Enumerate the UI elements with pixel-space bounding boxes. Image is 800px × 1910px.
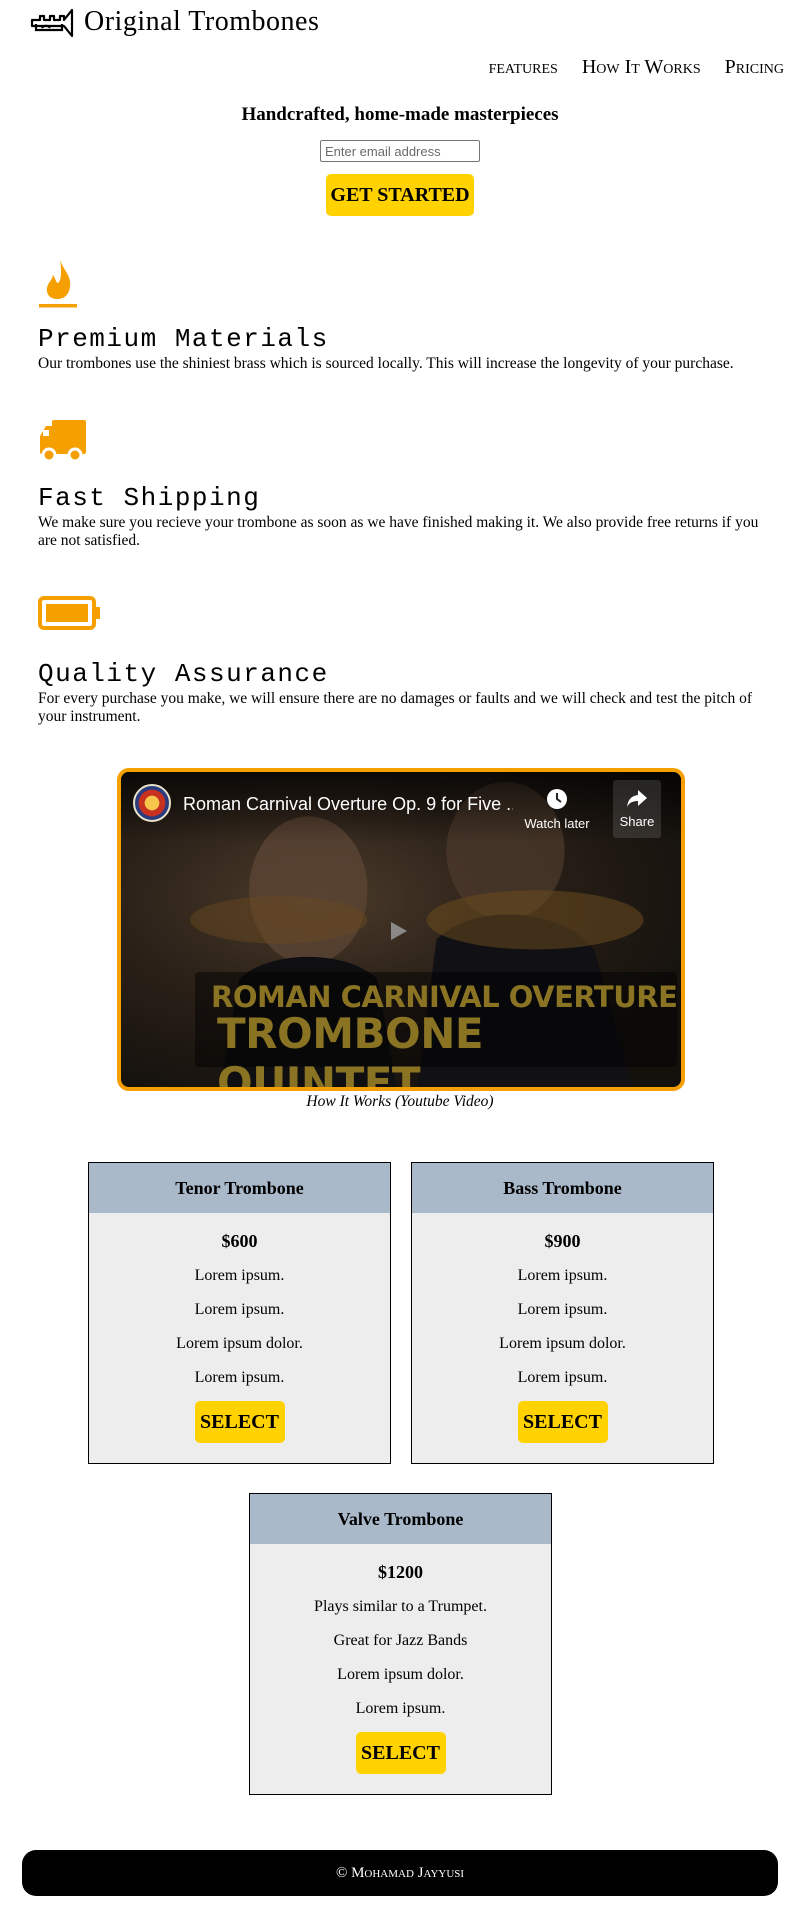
card-feature: Great for Jazz Bands xyxy=(333,1632,468,1649)
card-feature: Lorem ipsum. xyxy=(517,1267,608,1284)
card-spacer xyxy=(250,1774,551,1794)
nav-link-pricing[interactable]: Pricing xyxy=(725,56,784,79)
flame-icon xyxy=(39,259,77,308)
battery-icon xyxy=(38,596,100,630)
get-started-button[interactable]: GET STARTED xyxy=(326,174,474,216)
card-feature: Lorem ipsum. xyxy=(194,1369,285,1386)
card-feature: Lorem ipsum dolor. xyxy=(499,1335,626,1352)
feature-text: We make sure you recieve your trombone a… xyxy=(38,514,759,549)
feature-premium-materials: Premium Materials Our trombones use the … xyxy=(38,255,768,373)
feature-text: Our trombones use the shiniest brass whi… xyxy=(38,355,734,372)
pricing-card-bass: Bass Trombone $900 Lorem ipsum. Lorem ip… xyxy=(411,1162,714,1464)
video-title[interactable]: Roman Carnival Overture Op. 9 for Five .… xyxy=(183,794,513,815)
pricing-card-valve: Valve Trombone $1200 Plays similar to a … xyxy=(249,1493,552,1795)
card-feature: Plays similar to a Trumpet. xyxy=(314,1598,487,1615)
video-caption: How It Works (Youtube Video) xyxy=(306,1093,494,1110)
channel-avatar[interactable] xyxy=(133,784,171,822)
pricing-card-tenor: Tenor Trombone $600 Lorem ipsum. Lorem i… xyxy=(88,1162,391,1464)
email-input[interactable] xyxy=(320,140,480,162)
card-feature: Lorem ipsum. xyxy=(355,1700,446,1717)
play-icon[interactable] xyxy=(386,919,410,943)
card-feature: Lorem ipsum dolor. xyxy=(337,1666,464,1683)
card-feature: Lorem ipsum. xyxy=(194,1301,285,1318)
feature-title: Quality Assurance xyxy=(38,659,329,689)
watch-later-label: Watch later xyxy=(524,816,590,831)
card-feature: Lorem ipsum. xyxy=(194,1267,285,1284)
card-title: Tenor Trombone xyxy=(89,1163,390,1213)
card-feature: Lorem ipsum. xyxy=(517,1369,608,1386)
hero-title: Handcrafted, home-made masterpieces xyxy=(241,104,559,125)
truck-icon xyxy=(40,420,86,463)
feature-quality-assurance: Quality Assurance For every purchase you… xyxy=(38,590,768,726)
card-spacer xyxy=(89,1443,390,1463)
nav-link-features[interactable]: features xyxy=(489,56,558,79)
clock-icon xyxy=(547,789,567,809)
copyright-text: © Mohamad Jayyusi xyxy=(335,1865,465,1881)
brand-name: Original Trombones xyxy=(84,6,320,37)
site-footer: © Mohamad Jayyusi xyxy=(22,1850,778,1896)
watch-later-button[interactable]: Watch later xyxy=(517,786,597,831)
card-feature: Lorem ipsum dolor. xyxy=(176,1335,303,1352)
video-overlay-subtitle: TROMBONE QUINTET xyxy=(217,1009,484,1091)
card-price: $1200 xyxy=(378,1562,423,1582)
card-price: $900 xyxy=(544,1231,581,1251)
select-button[interactable]: SELECT xyxy=(194,1401,285,1443)
card-title: Bass Trombone xyxy=(412,1163,713,1213)
site-header: Original Trombones features How It Works… xyxy=(0,0,800,80)
select-button[interactable]: SELECT xyxy=(517,1401,608,1443)
share-label: Share xyxy=(619,814,655,829)
logo[interactable]: Original Trombones xyxy=(30,6,319,38)
share-button[interactable]: Share xyxy=(613,780,661,838)
share-icon xyxy=(627,790,647,807)
card-price: $600 xyxy=(221,1231,258,1251)
nav-link-how-it-works[interactable]: How It Works xyxy=(582,56,701,79)
feature-text: For every purchase you make, we will ens… xyxy=(38,690,753,725)
feature-title: Premium Materials xyxy=(38,324,329,354)
youtube-video-embed[interactable]: Roman Carnival Overture Op. 9 for Five .… xyxy=(117,768,685,1091)
select-button[interactable]: SELECT xyxy=(355,1732,446,1774)
main-nav: features How It Works Pricing xyxy=(489,56,784,79)
feature-fast-shipping: Fast Shipping We make sure you recieve y… xyxy=(38,414,768,550)
card-title: Valve Trombone xyxy=(250,1494,551,1544)
hero-section: Handcrafted, home-made masterpieces GET … xyxy=(0,104,800,216)
trumpet-icon xyxy=(30,8,74,38)
card-spacer xyxy=(412,1443,713,1463)
card-feature: Lorem ipsum. xyxy=(517,1301,608,1318)
feature-title: Fast Shipping xyxy=(38,483,261,513)
